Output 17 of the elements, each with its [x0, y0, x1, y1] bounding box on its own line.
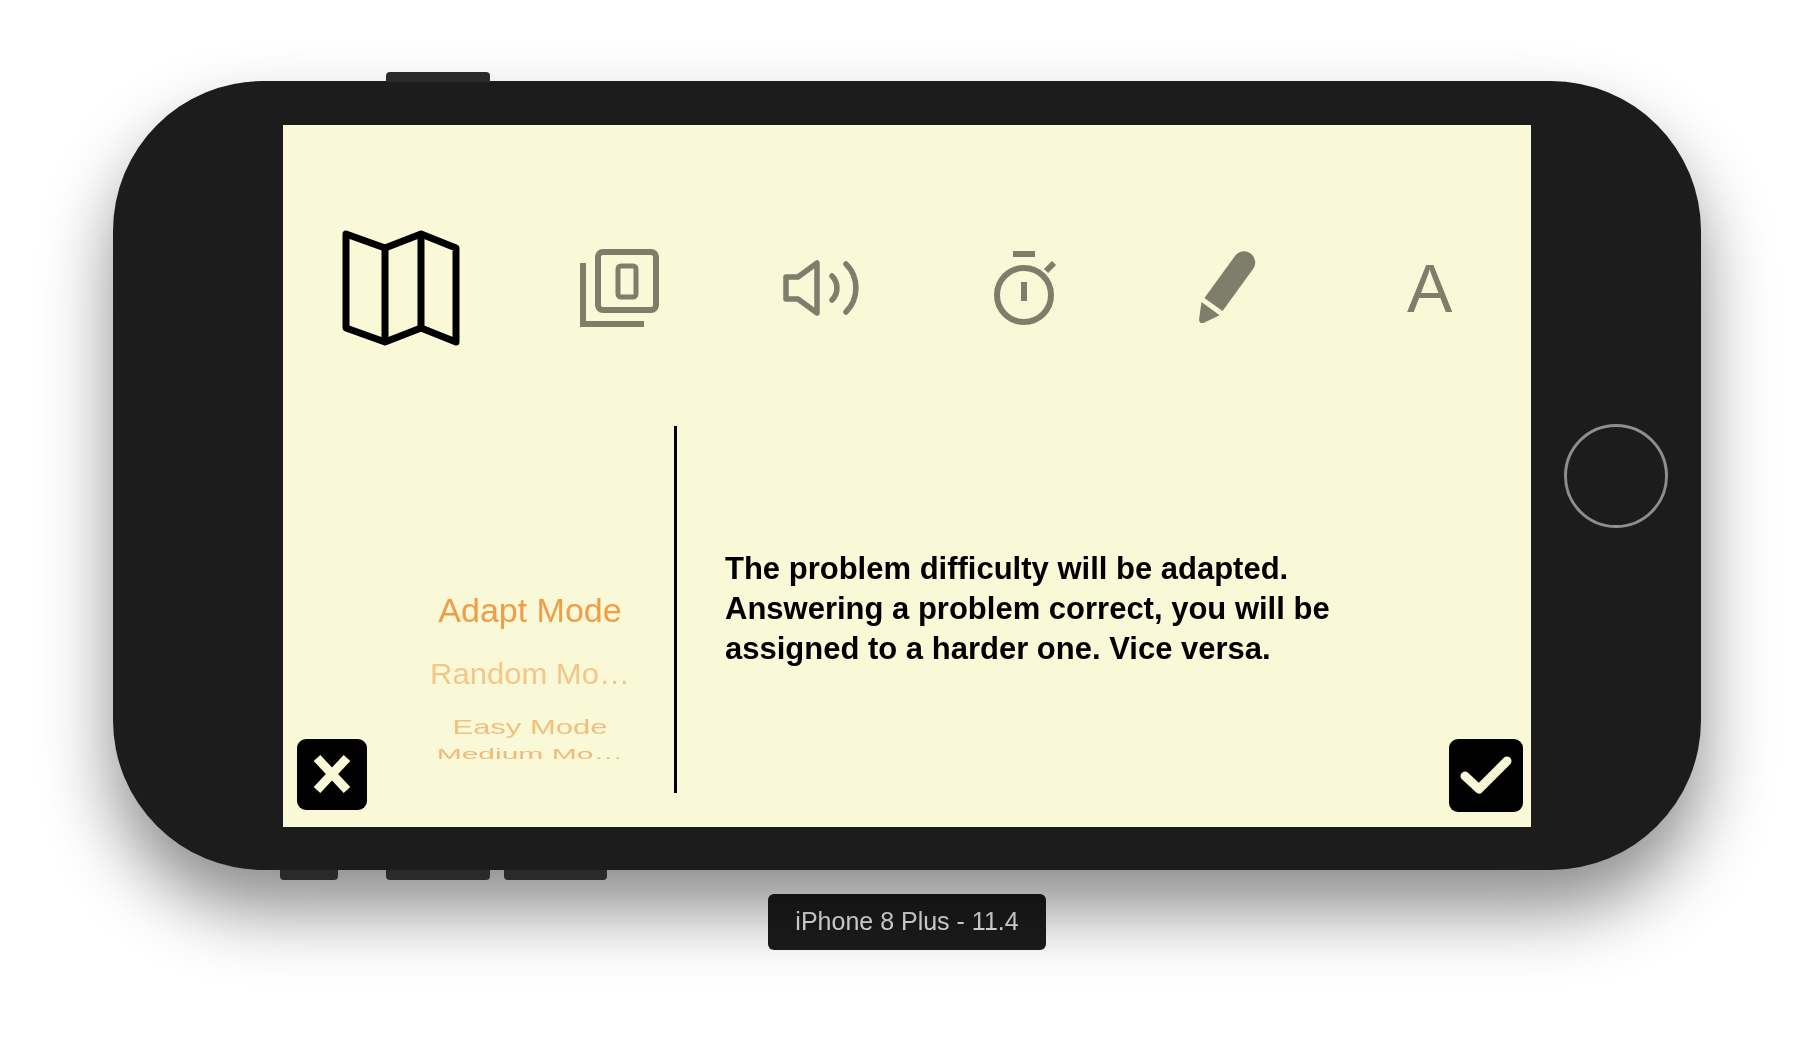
picker-item[interactable]: Easy Mode [452, 717, 608, 738]
speaker-icon[interactable] [783, 259, 862, 316]
home-button[interactable] [1564, 423, 1668, 528]
picker-item[interactable]: Adapt Mode [438, 592, 622, 627]
cancel-button[interactable] [297, 738, 367, 810]
stopwatch-icon[interactable] [991, 250, 1058, 325]
close-icon [312, 753, 352, 795]
letter-tab[interactable]: A [1407, 253, 1453, 322]
stacked-squares-icon[interactable] [580, 248, 660, 327]
picker-item[interactable]: Random Mo… [430, 659, 630, 690]
checkmark-icon [1460, 755, 1512, 795]
device-label: iPhone 8 Plus - 11.4 [768, 894, 1046, 950]
map-icon[interactable] [340, 228, 461, 347]
mode-description: The problem difficulty will be adapted. Answering a problem correct, you will be assigned to a harder one. Vice versa. [725, 550, 1331, 668]
pencil-icon[interactable] [1198, 250, 1257, 325]
picker-item[interactable]: Medium Mo… [436, 746, 624, 761]
confirm-button[interactable] [1449, 738, 1523, 812]
